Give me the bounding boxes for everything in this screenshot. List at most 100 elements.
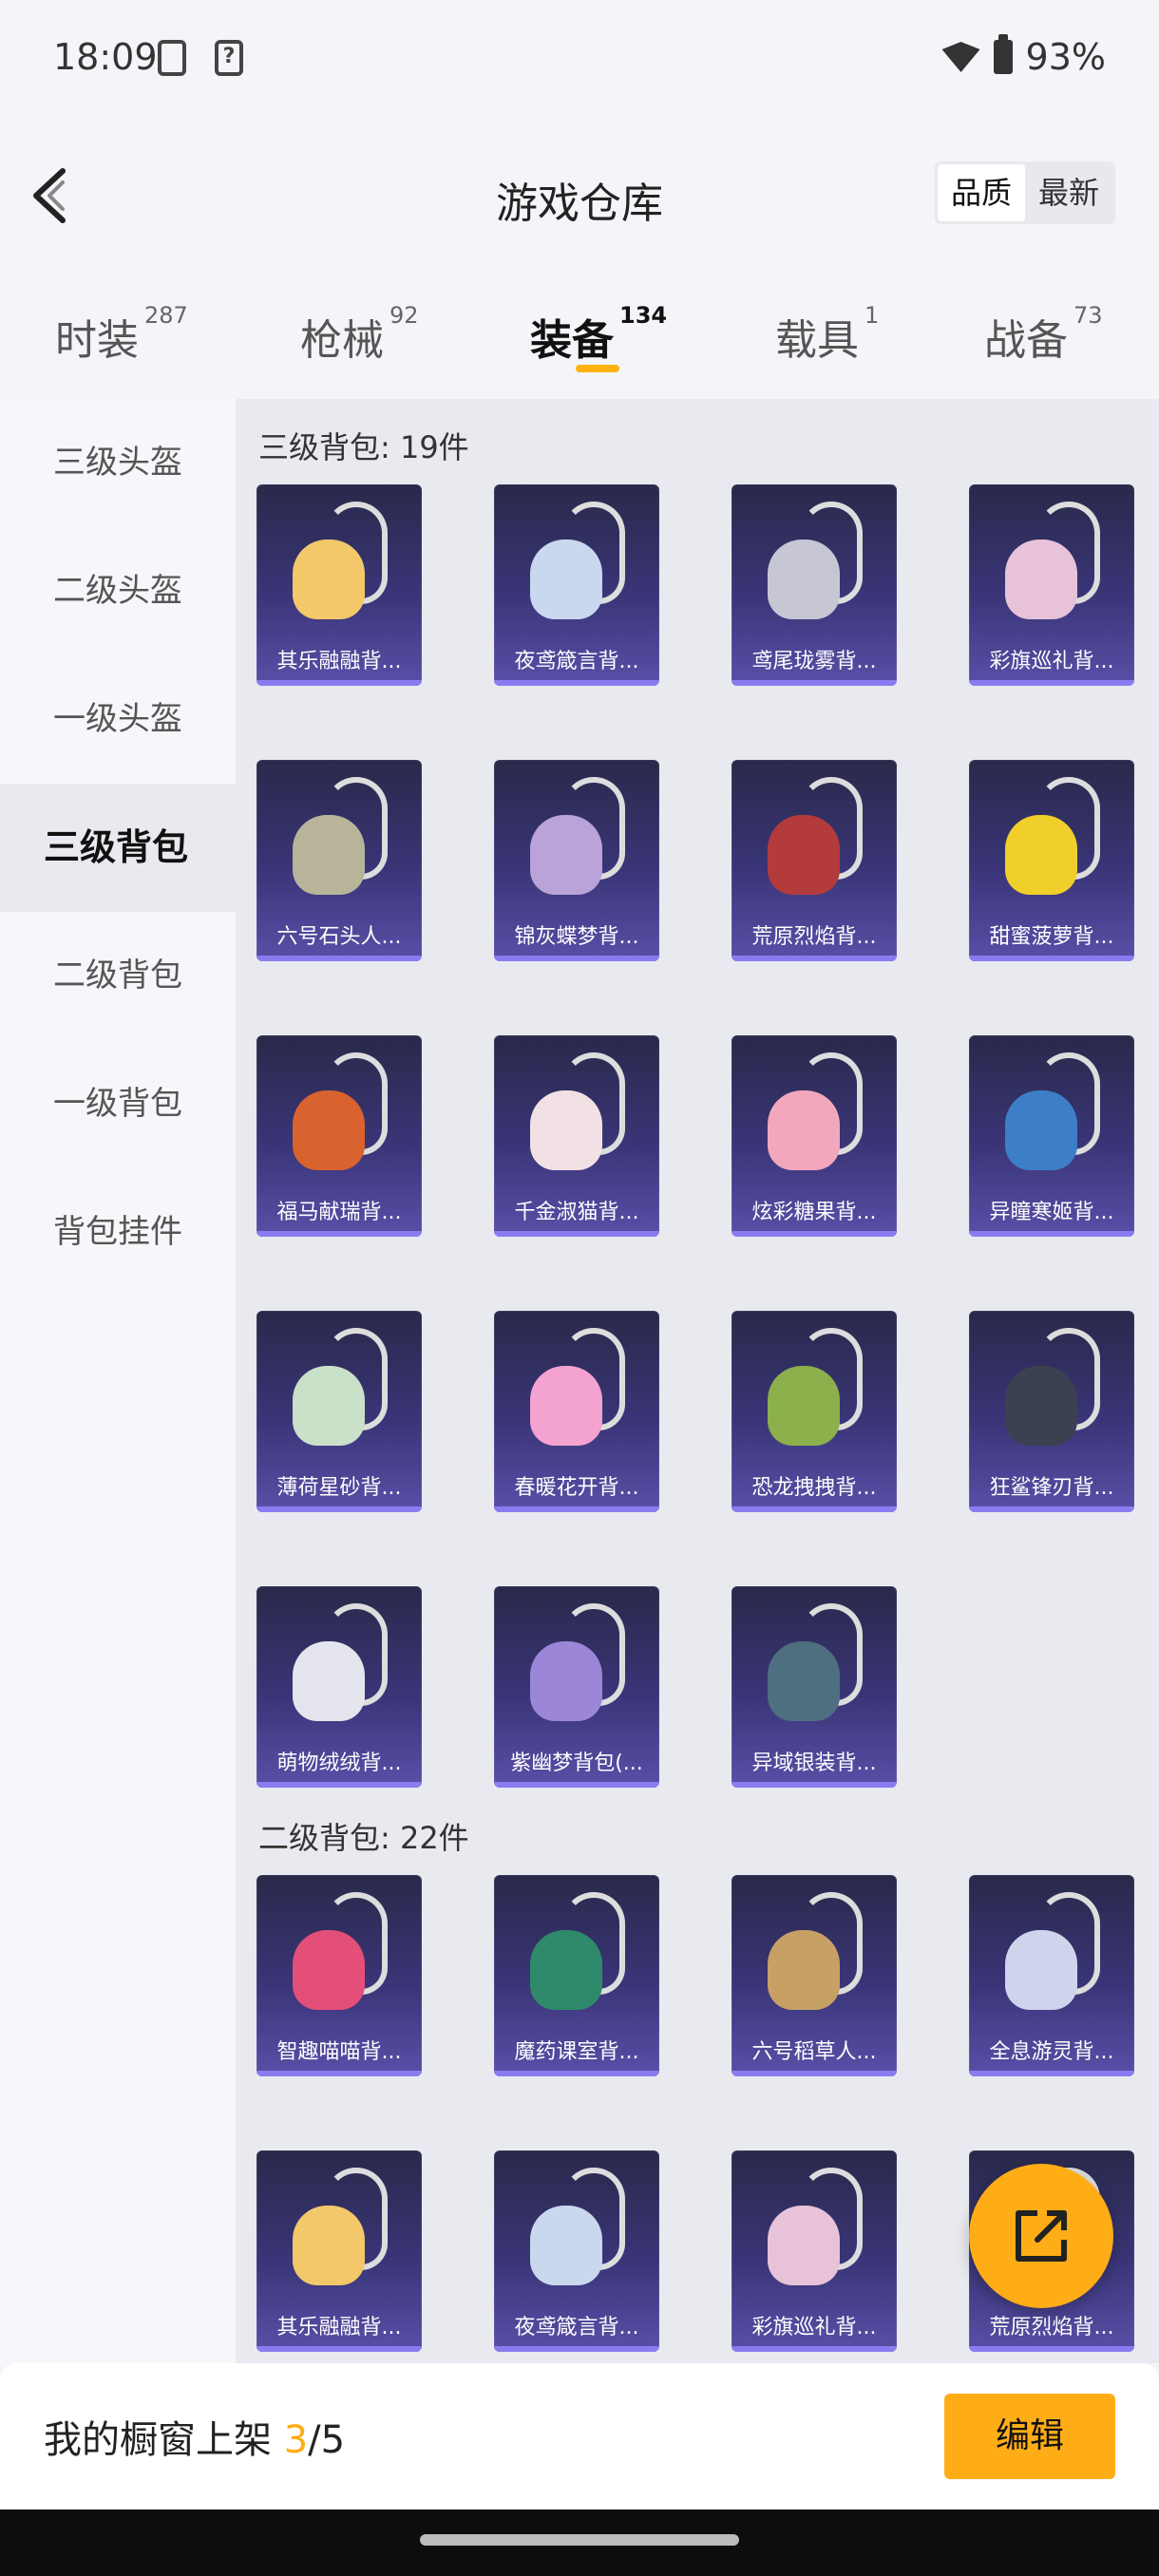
backpack-image (998, 1892, 1106, 2016)
sort-by-newest[interactable]: 最新 (1025, 164, 1112, 221)
tab-count: 1 (864, 302, 880, 329)
backpack-item-card[interactable]: 魔药课室背... (494, 1875, 659, 2076)
backpack-item-card[interactable]: 异瞳寒姬背... (969, 1035, 1134, 1237)
backpack-body (293, 540, 365, 619)
section-title: 二级背包: 22件 (258, 1820, 469, 1856)
backpack-item-card[interactable]: 春暖花开背... (494, 1311, 659, 1512)
backpack-body (293, 815, 365, 895)
item-name: 千金淑猫背... (514, 1201, 639, 1224)
backpack-image (522, 2168, 631, 2291)
external-link-icon (1016, 2210, 1067, 2262)
backpack-image (760, 502, 868, 625)
sidebar-item-helmet-lv1[interactable]: 一级头盔 (0, 655, 236, 784)
status-time: 18:09 (53, 36, 158, 78)
backpack-body (768, 1090, 840, 1170)
tab-supplies[interactable]: 战备73 (984, 302, 1103, 367)
sidebar-item-backpack-lv1[interactable]: 一级背包 (0, 1040, 236, 1168)
backpack-item-card[interactable]: 薄荷星砂背... (256, 1311, 422, 1512)
backpack-item-card[interactable]: 六号石头人... (256, 760, 422, 961)
backpack-image (998, 1052, 1106, 1176)
item-name: 狂鲨锋刃背... (989, 1476, 1114, 1500)
tab-firearms[interactable]: 枪械92 (300, 302, 419, 367)
backpack-body (530, 815, 602, 895)
item-name: 炫彩糖果背... (751, 1201, 877, 1224)
backpack-item-card[interactable]: 彩旗巡礼背... (969, 484, 1134, 686)
sidebar-item-helmet-lv3[interactable]: 三级头盔 (0, 399, 236, 527)
backpack-image (998, 502, 1106, 625)
tab-count: 287 (144, 302, 188, 329)
home-indicator[interactable] (420, 2534, 739, 2546)
item-name: 恐龙拽拽背... (751, 1476, 877, 1500)
backpack-item-card[interactable]: 异域银装背... (732, 1586, 897, 1788)
backpack-body (530, 540, 602, 619)
share-button[interactable] (969, 2164, 1113, 2308)
battery-percent: 93% (1025, 36, 1106, 78)
item-name: 六号石头人... (276, 925, 402, 949)
status-bar: 18:09 ? 93% (0, 0, 1159, 114)
backpack-item-card[interactable]: 甜蜜菠萝背... (969, 760, 1134, 961)
item-name: 薄荷星砂背... (276, 1476, 402, 1500)
sidebar-item-backpack-lv3[interactable]: 三级背包 (0, 784, 236, 912)
backpack-body (768, 1641, 840, 1721)
backpack-item-card[interactable]: 福马献瑞背... (256, 1035, 422, 1237)
item-name: 彩旗巡礼背... (989, 650, 1114, 673)
backpack-item-card[interactable]: 恐龙拽拽背... (732, 1311, 897, 1512)
showcase-status: 我的橱窗上架 3/5 (44, 2409, 345, 2464)
backpack-body (1005, 1930, 1077, 2010)
backpack-image (285, 1892, 393, 2016)
tab-equipment[interactable]: 装备134 (530, 302, 667, 367)
item-name: 鸢尾珑雾背... (751, 650, 877, 673)
item-name: 智趣喵喵背... (276, 2040, 402, 2064)
navigation-bar (0, 2510, 1159, 2576)
backpack-item-card[interactable]: 萌物绒绒背... (256, 1586, 422, 1788)
backpack-item-card[interactable]: 荒原烈焰背... (732, 760, 897, 961)
backpack-image (760, 1603, 868, 1727)
backpack-image (522, 777, 631, 900)
sidebar-item-backpack-lv2[interactable]: 二级背包 (0, 912, 236, 1040)
backpack-item-card[interactable]: 狂鲨锋刃背... (969, 1311, 1134, 1512)
backpack-item-card[interactable]: 智趣喵喵背... (256, 1875, 422, 2076)
backpack-item-card[interactable]: 六号稻草人... (732, 1875, 897, 2076)
backpack-body (1005, 1366, 1077, 1446)
backpack-image (760, 777, 868, 900)
item-grid: 三级背包: 19件 二级背包: 22件 其乐融融背... 夜鸢箴言背... 鸢尾珑雾… (236, 399, 1159, 2363)
tab-label: 战备 (984, 316, 1068, 365)
backpack-image (998, 777, 1106, 900)
item-name: 其乐融融背... (276, 2316, 402, 2339)
backpack-item-card[interactable]: 其乐融融背... (256, 484, 422, 686)
backpack-item-card[interactable]: 夜鸢箴言背... (494, 2150, 659, 2352)
backpack-image (285, 1052, 393, 1176)
tab-fashion[interactable]: 时装287 (55, 302, 188, 367)
backpack-image (998, 1328, 1106, 1451)
backpack-item-card[interactable]: 彩旗巡礼背... (732, 2150, 897, 2352)
backpack-item-card[interactable]: 锦灰蝶梦背... (494, 760, 659, 961)
backpack-item-card[interactable]: 千金淑猫背... (494, 1035, 659, 1237)
sidebar-item-helmet-lv2[interactable]: 二级头盔 (0, 527, 236, 655)
backpack-image (522, 1328, 631, 1451)
tab-label: 载具 (775, 316, 859, 365)
backpack-item-card[interactable]: 紫幽梦背包(... (494, 1586, 659, 1788)
backpack-item-card[interactable]: 其乐融融背... (256, 2150, 422, 2352)
backpack-image (760, 2168, 868, 2291)
tab-vehicles[interactable]: 载具1 (775, 302, 879, 367)
tab-label: 时装 (55, 316, 139, 365)
edit-button[interactable]: 编辑 (944, 2394, 1115, 2479)
backpack-body (530, 2206, 602, 2285)
backpack-image (760, 1052, 868, 1176)
item-name: 异域银装背... (751, 1752, 877, 1775)
backpack-body (768, 815, 840, 895)
backpack-item-card[interactable]: 炫彩糖果背... (732, 1035, 897, 1237)
sidebar-item-backpack-charm[interactable]: 背包挂件 (0, 1168, 236, 1297)
backpack-item-card[interactable]: 夜鸢箴言背... (494, 484, 659, 686)
backpack-image (285, 777, 393, 900)
backpack-image (285, 2168, 393, 2291)
backpack-image (760, 1328, 868, 1451)
sort-by-quality[interactable]: 品质 (937, 164, 1025, 221)
item-name: 夜鸢箴言背... (514, 2316, 639, 2339)
backpack-body (768, 2206, 840, 2285)
backpack-body (1005, 815, 1077, 895)
wifi-icon (941, 42, 980, 72)
phone-sync-icon (158, 40, 186, 76)
backpack-item-card[interactable]: 鸢尾珑雾背... (732, 484, 897, 686)
backpack-item-card[interactable]: 全息游灵背... (969, 1875, 1134, 2076)
